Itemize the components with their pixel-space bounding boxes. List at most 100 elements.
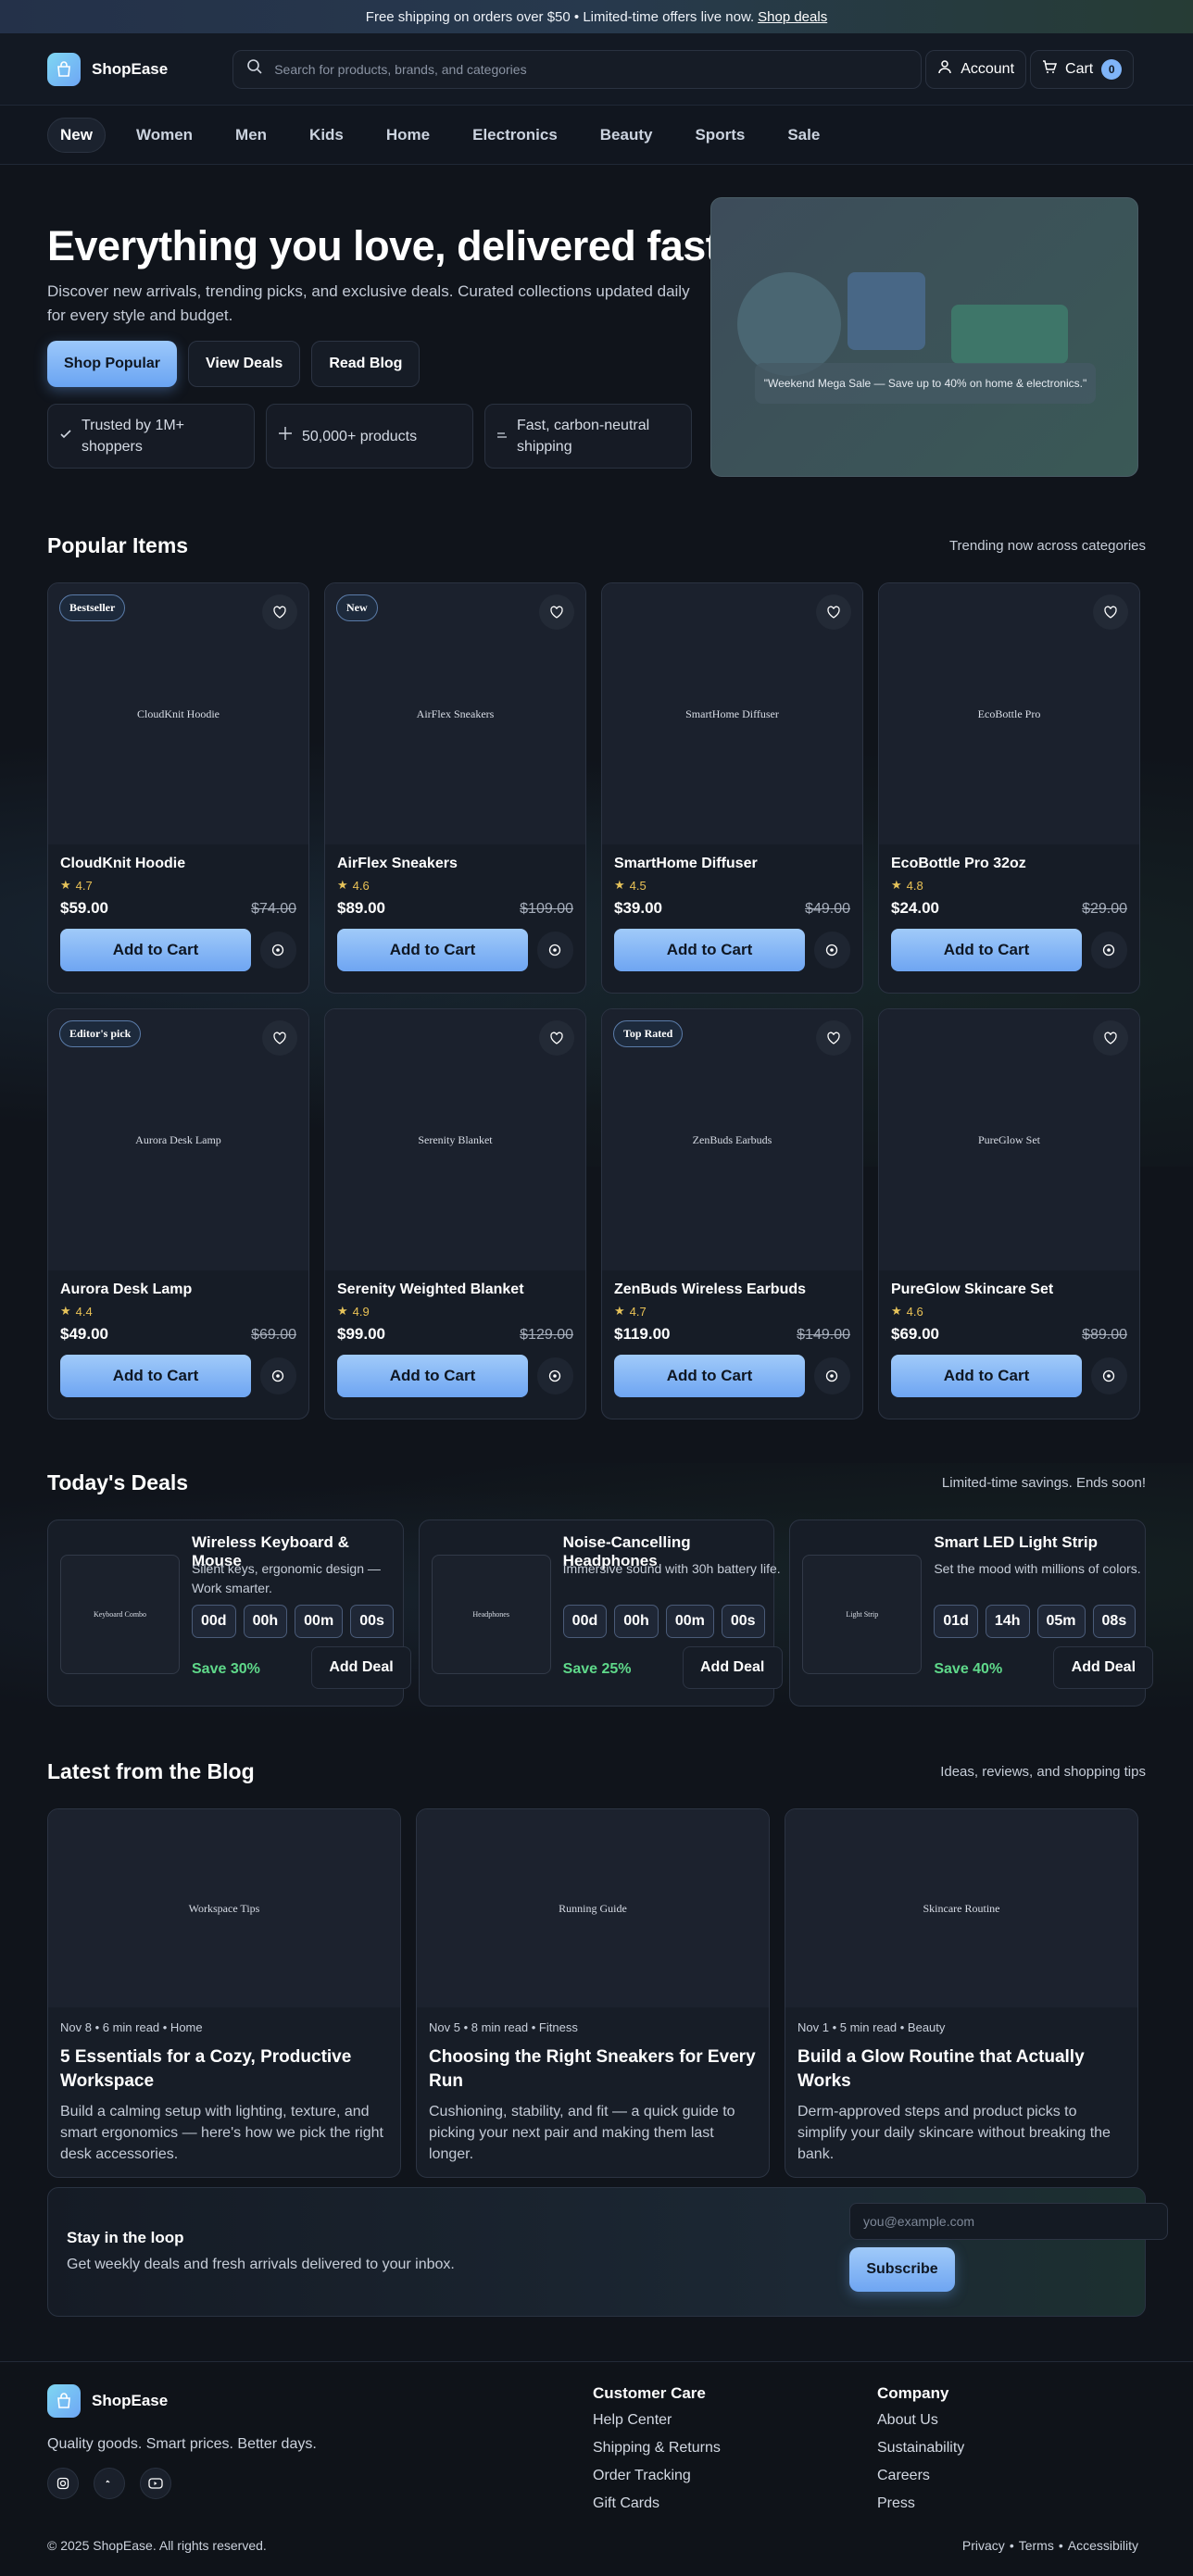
blog-post-title[interactable]: Choosing the Right Sneakers for Every Ru… [429, 2045, 757, 2094]
careers-link[interactable]: Careers [877, 2468, 964, 2484]
product-image[interactable]: EcoBottle Pro [879, 583, 1139, 844]
privacy-link[interactable]: Privacy [962, 2538, 1005, 2553]
instagram-icon[interactable] [47, 2468, 79, 2499]
product-image[interactable]: PureGlow Set [879, 1009, 1139, 1270]
nav-item-new[interactable]: New [47, 117, 106, 153]
deal-image[interactable]: Keyboard Combo [60, 1555, 180, 1674]
read-blog-button[interactable]: Read Blog [311, 341, 421, 387]
product-image[interactable]: SmartHome Diffuser [602, 583, 862, 844]
heart-icon[interactable] [1093, 1020, 1128, 1056]
shop-popular-button[interactable]: Shop Popular [47, 341, 177, 387]
deal-image[interactable]: Light Strip [802, 1555, 923, 1674]
heart-icon[interactable] [262, 594, 297, 630]
cart-button[interactable]: Cart 0 [1030, 49, 1135, 89]
sustainability-link[interactable]: Sustainability [877, 2440, 964, 2457]
product-name[interactable]: Aurora Desk Lamp [60, 1282, 296, 1298]
help-center-link[interactable]: Help Center [593, 2412, 721, 2429]
nav-item-home[interactable]: Home [374, 119, 442, 152]
deal-card[interactable]: Headphones Noise-Cancelling Headphones I… [418, 1519, 783, 1707]
quick-view-icon[interactable] [1090, 932, 1127, 969]
nav-item-kids[interactable]: Kids [297, 119, 356, 152]
search-bar[interactable] [232, 49, 923, 89]
product-name[interactable]: ZenBuds Wireless Earbuds [614, 1282, 850, 1298]
quick-view-icon[interactable] [536, 932, 573, 969]
newsletter-email-input[interactable] [849, 2203, 1168, 2240]
footer-brand[interactable]: ShopEase [47, 2384, 168, 2418]
quick-view-icon[interactable] [259, 1357, 296, 1394]
blog-post-card[interactable]: Workspace Tips Nov 8 • 6 min read • Home… [47, 1808, 401, 2178]
product-image[interactable]: CloudKnit Hoodie Bestseller [48, 583, 308, 844]
quick-view-icon[interactable] [259, 932, 296, 969]
gift-cards-link[interactable]: Gift Cards [593, 2495, 721, 2512]
nav-item-men[interactable]: Men [223, 119, 279, 152]
add-to-cart-button[interactable]: Add to Cart [60, 1355, 251, 1397]
blog-post-card[interactable]: Skincare Routine Nov 1 • 5 min read • Be… [785, 1808, 1138, 2178]
subscribe-button[interactable]: Subscribe [849, 2247, 955, 2292]
product-image[interactable]: Serenity Blanket [325, 1009, 585, 1270]
add-to-cart-button[interactable]: Add to Cart [337, 1355, 528, 1397]
deal-card[interactable]: Light Strip Smart LED Light Strip Set th… [789, 1519, 1154, 1707]
twitter-icon[interactable] [94, 2468, 125, 2499]
terms-link[interactable]: Terms [1019, 2538, 1054, 2553]
heart-icon[interactable] [262, 1020, 297, 1056]
brand-logo[interactable]: ShopEase [47, 52, 168, 86]
product-name[interactable]: PureGlow Skincare Set [891, 1282, 1127, 1298]
nav-item-sports[interactable]: Sports [683, 119, 757, 152]
add-deal-button[interactable]: Add Deal [682, 1646, 783, 1689]
blog-post-image[interactable]: Workspace Tips [48, 1809, 400, 2007]
read-more-link[interactable]: Read more [429, 2176, 757, 2177]
view-deals-button[interactable]: View Deals [188, 341, 301, 387]
product-name[interactable]: CloudKnit Hoodie [60, 856, 296, 872]
account-button[interactable]: Account [925, 49, 1027, 89]
heart-icon[interactable] [539, 1020, 574, 1056]
blog-post-title[interactable]: Build a Glow Routine that Actually Works [797, 2045, 1125, 2094]
blog-post-image[interactable]: Running Guide [417, 1809, 769, 2007]
product-card[interactable]: ZenBuds Earbuds Top Rated ZenBuds Wirele… [601, 1008, 863, 1419]
quick-view-icon[interactable] [813, 1357, 850, 1394]
quick-view-icon[interactable] [813, 932, 850, 969]
product-card[interactable]: Serenity Blanket Serenity Weighted Blank… [324, 1008, 586, 1419]
product-card[interactable]: AirFlex Sneakers New AirFlex Sneakers ★ … [324, 582, 586, 994]
blog-post-card[interactable]: Running Guide Nov 5 • 8 min read • Fitne… [416, 1808, 770, 2178]
heart-icon[interactable] [816, 1020, 851, 1056]
product-image[interactable]: AirFlex Sneakers New [325, 583, 585, 844]
accessibility-link[interactable]: Accessibility [1068, 2538, 1138, 2553]
add-deal-button[interactable]: Add Deal [1053, 1646, 1154, 1689]
add-to-cart-button[interactable]: Add to Cart [891, 1355, 1082, 1397]
nav-item-sale[interactable]: Sale [775, 119, 832, 152]
product-card[interactable]: PureGlow Set PureGlow Skincare Set ★ 4.6… [878, 1008, 1140, 1419]
quick-view-icon[interactable] [1090, 1357, 1127, 1394]
blog-post-image[interactable]: Skincare Routine [785, 1809, 1137, 2007]
product-image[interactable]: Aurora Desk Lamp Editor's pick [48, 1009, 308, 1270]
add-to-cart-button[interactable]: Add to Cart [337, 929, 528, 971]
product-name[interactable]: AirFlex Sneakers [337, 856, 573, 872]
heart-icon[interactable] [816, 594, 851, 630]
press-link[interactable]: Press [877, 2495, 964, 2512]
deal-card[interactable]: Keyboard Combo Wireless Keyboard & Mouse… [47, 1519, 411, 1707]
youtube-icon[interactable] [140, 2468, 171, 2499]
product-card[interactable]: EcoBottle Pro EcoBottle Pro 32oz ★ 4.8 $… [878, 582, 1140, 994]
add-deal-button[interactable]: Add Deal [311, 1646, 411, 1689]
shipping-returns-link[interactable]: Shipping & Returns [593, 2440, 721, 2457]
deal-image[interactable]: Headphones [431, 1555, 551, 1674]
hero-banner[interactable]: "Weekend Mega Sale — Save up to 40% on h… [710, 197, 1138, 477]
product-card[interactable]: CloudKnit Hoodie Bestseller CloudKnit Ho… [47, 582, 309, 994]
quick-view-icon[interactable] [536, 1357, 573, 1394]
product-name[interactable]: EcoBottle Pro 32oz [891, 856, 1127, 872]
product-name[interactable]: SmartHome Diffuser [614, 856, 850, 872]
product-card[interactable]: Aurora Desk Lamp Editor's pick Aurora De… [47, 1008, 309, 1419]
add-to-cart-button[interactable]: Add to Cart [614, 1355, 805, 1397]
nav-item-beauty[interactable]: Beauty [588, 119, 665, 152]
nav-item-electronics[interactable]: Electronics [460, 119, 570, 152]
deal-title[interactable]: Smart LED Light Strip [934, 1533, 1098, 1552]
read-more-link[interactable]: Read more [60, 2176, 388, 2177]
about-us-link[interactable]: About Us [877, 2412, 964, 2429]
product-name[interactable]: Serenity Weighted Blanket [337, 1282, 573, 1298]
add-to-cart-button[interactable]: Add to Cart [614, 929, 805, 971]
heart-icon[interactable] [1093, 594, 1128, 630]
read-more-link[interactable]: Read more [797, 2176, 1125, 2177]
heart-icon[interactable] [539, 594, 574, 630]
order-tracking-link[interactable]: Order Tracking [593, 2468, 721, 2484]
blog-post-title[interactable]: 5 Essentials for a Cozy, Productive Work… [60, 2045, 388, 2094]
add-to-cart-button[interactable]: Add to Cart [60, 929, 251, 971]
